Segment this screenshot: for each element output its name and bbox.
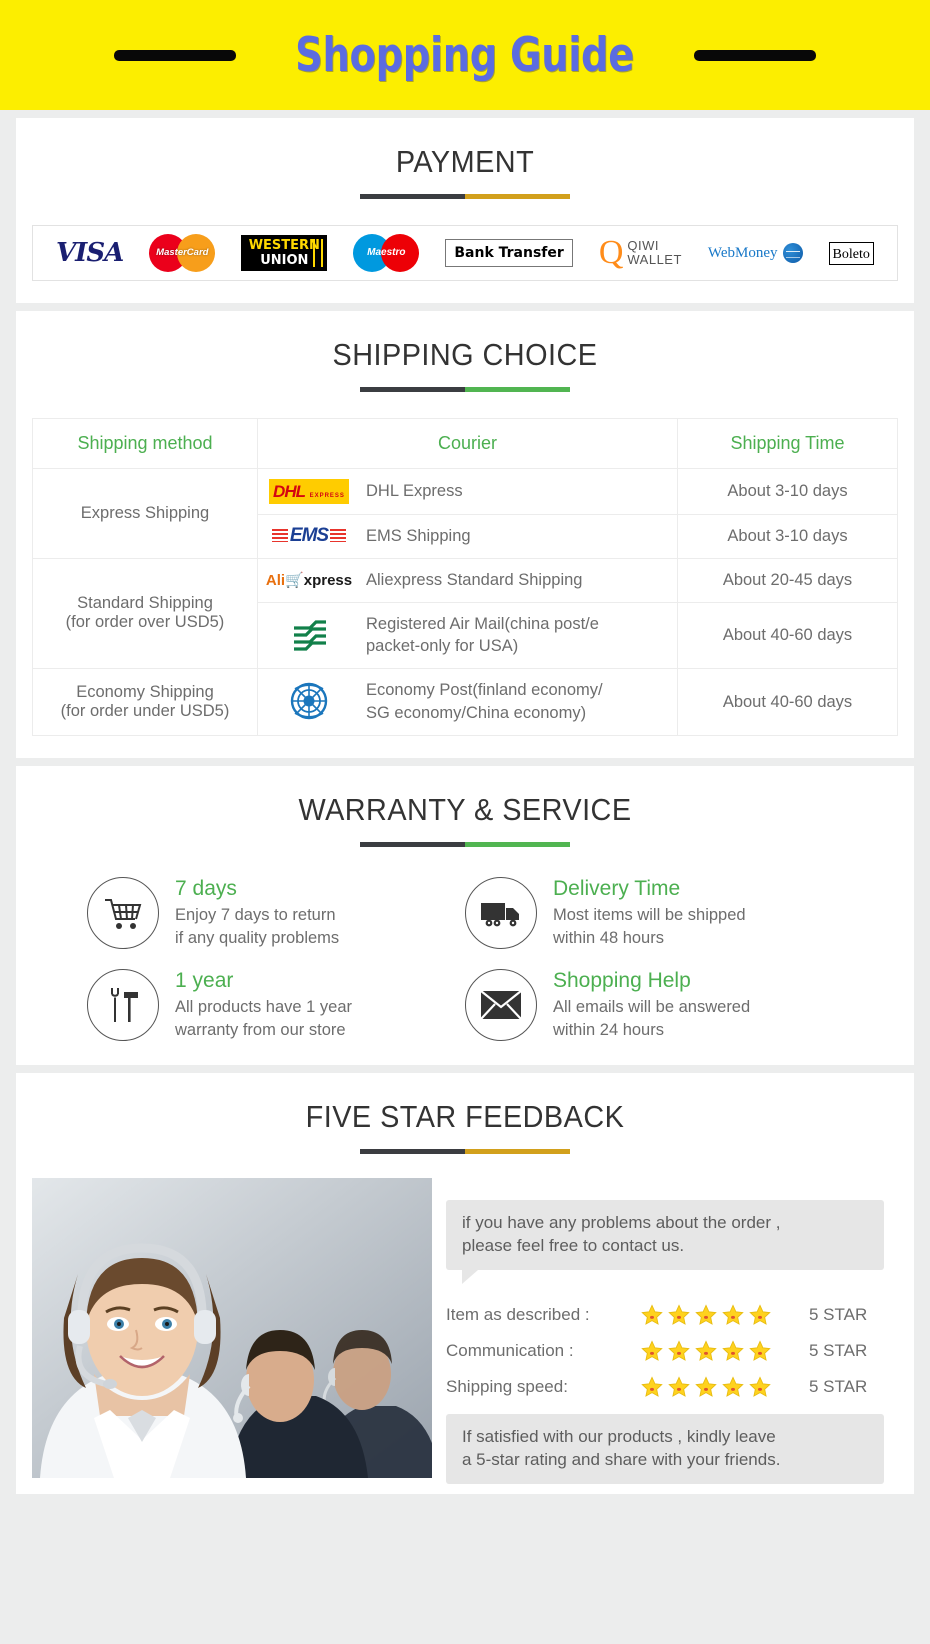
cell-method-express: Express Shipping: [32, 468, 258, 559]
aliexpress-logo: Ali🛒xpress: [265, 572, 353, 590]
star-icon: [695, 1339, 717, 1361]
rating-rows: Item as described : 5 STAR Communication…: [446, 1303, 884, 1398]
shopping-cart-icon: [87, 877, 159, 950]
cell-courier-aliexpress: Ali🛒xpress Aliexpress Standard Shipping: [257, 557, 678, 603]
shipping-title: SHIPPING CHOICE: [332, 337, 598, 372]
feedback-section: FIVE STAR FEEDBACK if you have any probl…: [16, 1072, 914, 1494]
ems-logo: EMS: [266, 525, 352, 547]
header-bar-left: [114, 49, 237, 61]
webmoney-globe-icon: [782, 243, 803, 263]
cell-courier-dhl: DHL EXPRESS DHL Express: [257, 468, 678, 515]
bank-transfer-logo[interactable]: Bank Transfer: [445, 239, 573, 267]
star-icon: [668, 1375, 690, 1397]
shipping-title-rule: [360, 387, 570, 392]
warranty-item-title: Shopping Help: [553, 968, 691, 992]
cell-method-economy: Economy Shipping (for order under USD5): [32, 668, 258, 737]
qiwi-wallet-logo[interactable]: Q QIWI WALLET: [598, 234, 682, 271]
star-icon: [749, 1339, 771, 1361]
support-agents-photo: [32, 1177, 432, 1478]
star-icon: [641, 1303, 663, 1325]
un-logo: [266, 679, 352, 725]
visa-logo[interactable]: VISA: [56, 238, 124, 268]
warranty-item-title: Delivery Time: [553, 877, 681, 901]
cell-time-aliexpress: About 20-45 days: [677, 557, 898, 603]
star-icon: [749, 1375, 771, 1397]
col-shipping-method: Shipping method: [32, 418, 258, 469]
rating-row-communication: Communication : 5 STAR: [446, 1339, 868, 1362]
feedback-title-rule: [360, 1148, 570, 1154]
cell-method-standard: Standard Shipping (for order over USD5): [32, 557, 258, 670]
cell-time-air-mail: About 40-60 days: [677, 601, 898, 670]
warranty-item-shopping-help: Shopping Help All emails will be answere…: [465, 968, 843, 1043]
cart-icon: 🛒: [285, 572, 304, 590]
call-center-illustration: [32, 1177, 432, 1478]
warranty-item-delivery-time: Delivery Time Most items will be shipped…: [465, 877, 843, 951]
cell-courier-economy: Economy Post(finland economy/ SG economy…: [257, 668, 678, 737]
payment-title-rule: [360, 194, 570, 199]
feedback-right-column: if you have any problems about the order…: [432, 1178, 898, 1484]
leave-rating-bubble: If satisfied with our products , kindly …: [446, 1413, 884, 1484]
boleto-logo[interactable]: Boleto: [828, 241, 874, 265]
star-icon: [722, 1303, 744, 1325]
shipping-table: Shipping method Courier Shipping Time Ex…: [32, 418, 898, 737]
cell-time-ems: About 3-10 days: [677, 514, 898, 559]
cell-time-dhl: About 3-10 days: [677, 468, 898, 515]
warranty-grid: 7 days Enjoy 7 days to return if any qua…: [32, 877, 898, 1043]
table-row: Standard Shipping (for order over USD5) …: [32, 557, 898, 670]
warranty-item-title: 7 days: [175, 877, 237, 901]
rating-row-shipping-speed: Shipping speed: 5 STAR: [446, 1375, 868, 1398]
col-shipping-time: Shipping Time: [677, 418, 898, 469]
webmoney-logo[interactable]: WebMoney: [708, 243, 803, 263]
star-icon: [722, 1339, 744, 1361]
rating-row-item-as-described: Item as described : 5 STAR: [446, 1303, 868, 1326]
warranty-section: WARRANTY & SERVICE 7 days Enjoy 7 days t…: [16, 766, 914, 1065]
table-header-row: Shipping method Courier Shipping Time: [32, 418, 898, 469]
star-icon: [668, 1303, 690, 1325]
star-icon: [695, 1375, 717, 1397]
truck-icon: [465, 877, 537, 950]
cell-courier-ems: EMS EMS Shipping: [257, 514, 678, 559]
cell-time-economy: About 40-60 days: [677, 668, 898, 737]
envelope-icon: [465, 968, 537, 1041]
tools-icon: [87, 968, 159, 1041]
qiwi-q-mark: Q: [598, 234, 624, 271]
warranty-item-7-days: 7 days Enjoy 7 days to return if any qua…: [87, 877, 465, 951]
warranty-title: WARRANTY & SERVICE: [298, 792, 632, 828]
united-nations-icon: [290, 682, 328, 720]
star-rating: [641, 1375, 791, 1398]
star-rating: [641, 1339, 791, 1362]
page-title: Shopping Guide: [295, 27, 635, 83]
contact-us-bubble: if you have any problems about the order…: [446, 1199, 884, 1284]
western-union-logo[interactable]: WESTERN UNION: [241, 235, 328, 271]
feedback-title: FIVE STAR FEEDBACK: [305, 1098, 625, 1134]
maestro-logo[interactable]: Maestro: [353, 234, 420, 272]
china-post-icon: [294, 620, 326, 651]
star-icon: [668, 1339, 690, 1361]
star-icon: [641, 1375, 663, 1397]
table-row: Economy Shipping (for order under USD5): [32, 668, 898, 737]
col-courier: Courier: [257, 418, 678, 469]
shipping-section: SHIPPING CHOICE Shipping method Courier …: [16, 311, 914, 759]
warranty-item-title: 1 year: [175, 968, 234, 992]
payment-logo-strip: VISA MasterCard WESTERN UNION Maestro Ba…: [32, 225, 898, 281]
warranty-item-1-year: 1 year All products have 1 year warranty…: [87, 968, 465, 1043]
feedback-body: if you have any problems about the order…: [32, 1177, 898, 1484]
star-icon: [695, 1303, 717, 1325]
table-row: Express Shipping DHL EXPRESS DHL Express…: [32, 468, 898, 559]
cell-courier-air-mail: Registered Air Mail(china post/e packet-…: [257, 601, 678, 670]
china-post-logo: [266, 614, 352, 656]
mastercard-logo[interactable]: MasterCard: [149, 234, 216, 272]
star-icon: [641, 1339, 663, 1361]
page-header: Shopping Guide: [0, 0, 930, 110]
warranty-title-rule: [360, 842, 570, 848]
dhl-logo: DHL EXPRESS: [266, 479, 352, 504]
header-bar-right: [693, 49, 816, 61]
star-icon: [749, 1303, 771, 1325]
payment-section: PAYMENT VISA MasterCard WESTERN UNION Ma…: [16, 118, 914, 303]
star-rating: [641, 1303, 791, 1326]
star-icon: [722, 1375, 744, 1397]
payment-title: PAYMENT: [395, 144, 535, 179]
